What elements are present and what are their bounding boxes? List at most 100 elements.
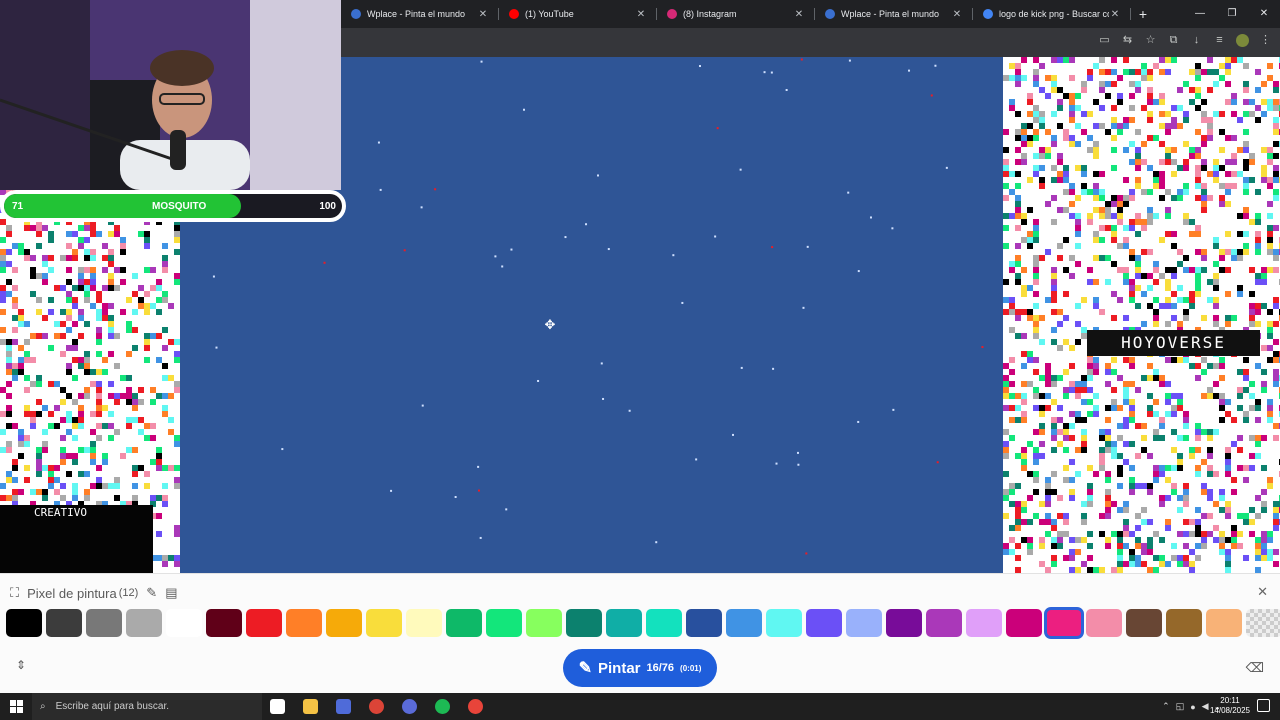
pixel: [1207, 489, 1213, 495]
pixel: [1153, 537, 1159, 543]
color-swatch[interactable]: [366, 609, 402, 637]
color-swatch[interactable]: [886, 609, 922, 637]
color-swatch[interactable]: [206, 609, 242, 637]
pixel: [1093, 171, 1099, 177]
browser-tab[interactable]: Wplace - Pinta el mundo ✕: [815, 0, 973, 28]
volume-icon[interactable]: ◀: [1202, 701, 1209, 712]
media-control-icon[interactable]: ≡: [1213, 34, 1226, 47]
browser-tab[interactable]: logo de kick png - Buscar con G✕: [973, 0, 1131, 28]
translate-icon[interactable]: ⇆: [1121, 34, 1134, 47]
color-swatch[interactable]: [606, 609, 642, 637]
color-swatch[interactable]: [1044, 607, 1084, 639]
color-swatch[interactable]: [766, 609, 802, 637]
color-swatch[interactable]: [286, 609, 322, 637]
close-tab-icon[interactable]: ✕: [793, 9, 805, 20]
pixel: [24, 411, 30, 417]
color-swatch-transparent[interactable]: [1246, 609, 1280, 637]
menu-kebab-icon[interactable]: ⋮: [1259, 34, 1272, 47]
pixel: [1267, 159, 1273, 165]
color-swatch[interactable]: [846, 609, 882, 637]
color-swatch[interactable]: [86, 609, 122, 637]
close-tab-icon[interactable]: ✕: [1109, 9, 1121, 20]
extensions-icon[interactable]: ⧉: [1167, 34, 1180, 47]
pixel: [150, 261, 156, 267]
color-swatch[interactable]: [446, 609, 482, 637]
file-explorer-icon[interactable]: [303, 699, 318, 714]
tray-chevron-icon[interactable]: ⌃: [1162, 701, 1170, 712]
pixel: [1225, 201, 1231, 207]
pixel: [1087, 411, 1093, 417]
color-swatch[interactable]: [926, 609, 962, 637]
eraser-icon[interactable]: ⌫: [1246, 660, 1264, 676]
pixel-art-region-right[interactable]: [1003, 57, 1280, 573]
color-swatch[interactable]: [566, 609, 602, 637]
color-swatch[interactable]: [326, 609, 362, 637]
pixel: [1141, 273, 1147, 279]
color-swatch[interactable]: [1006, 609, 1042, 637]
pixel: [102, 369, 108, 375]
windows-start-icon[interactable]: [10, 700, 23, 713]
color-swatch[interactable]: [246, 609, 282, 637]
browser-tab[interactable]: (8) Instagram ✕: [657, 0, 815, 28]
close-tab-icon[interactable]: ✕: [951, 9, 963, 20]
pixel: [108, 273, 114, 279]
close-tab-icon[interactable]: ✕: [635, 9, 647, 20]
color-swatch[interactable]: [686, 609, 722, 637]
close-window-button[interactable]: ✕: [1248, 0, 1280, 28]
pixel: [1093, 147, 1099, 153]
network-icon[interactable]: ◱: [1176, 701, 1185, 712]
color-swatch[interactable]: [1206, 609, 1242, 637]
profile-avatar[interactable]: [1236, 34, 1249, 47]
new-tab-button[interactable]: +: [1131, 0, 1155, 28]
color-swatch[interactable]: [6, 609, 42, 637]
taskbar-clock[interactable]: 20:11 14/08/2025: [1210, 696, 1250, 716]
pixel: [1111, 357, 1117, 363]
color-swatch[interactable]: [126, 609, 162, 637]
color-swatch[interactable]: [646, 609, 682, 637]
cast-icon[interactable]: ▭: [1098, 34, 1111, 47]
color-swatch[interactable]: [806, 609, 842, 637]
obs-icon[interactable]: [468, 699, 483, 714]
maximize-button[interactable]: ❐: [1216, 0, 1248, 28]
mic-icon[interactable]: ●: [1190, 702, 1195, 712]
color-swatch[interactable]: [46, 609, 82, 637]
minimize-button[interactable]: —: [1184, 0, 1216, 28]
notifications-icon[interactable]: [1257, 699, 1270, 712]
close-panel-icon[interactable]: ✕: [1257, 584, 1268, 600]
download-icon[interactable]: ↓: [1190, 34, 1203, 47]
taskbar-search[interactable]: ⌕ Escribe aquí para buscar.: [32, 693, 262, 720]
color-swatch[interactable]: [1126, 609, 1162, 637]
spotify-icon[interactable]: [435, 699, 450, 714]
chrome-alt-icon[interactable]: [402, 699, 417, 714]
pixel: [1267, 327, 1273, 333]
color-swatch[interactable]: [966, 609, 1002, 637]
chrome-icon[interactable]: [369, 699, 384, 714]
task-view-icon[interactable]: [270, 699, 285, 714]
pixel: [1087, 501, 1093, 507]
edit-pencil-icon[interactable]: ✎: [146, 585, 157, 601]
color-swatch[interactable]: [406, 609, 442, 637]
pixel: [84, 387, 90, 393]
pixel: [66, 369, 72, 375]
color-swatch[interactable]: [1086, 609, 1122, 637]
pixel: [1243, 369, 1249, 375]
browser-tab[interactable]: Wplace - Pinta el mundo ✕: [341, 0, 499, 28]
color-swatch[interactable]: [726, 609, 762, 637]
color-swatch[interactable]: [486, 609, 522, 637]
color-swatch[interactable]: [166, 609, 202, 637]
pixel: [1003, 489, 1009, 495]
template-icon[interactable]: ▤: [165, 585, 177, 601]
browser-tab[interactable]: (1) YouTube ✕: [499, 0, 657, 28]
pixel: [132, 477, 138, 483]
pixel: [1003, 225, 1009, 231]
pixel: [1201, 117, 1207, 123]
store-icon[interactable]: [336, 699, 351, 714]
paint-button[interactable]: ✎ Pintar 16/76 (0:01): [563, 649, 717, 687]
expand-panel-icon[interactable]: ⇕: [16, 658, 26, 672]
close-tab-icon[interactable]: ✕: [477, 9, 489, 20]
bookmark-star-icon[interactable]: ☆: [1144, 34, 1157, 47]
pixel: [1195, 93, 1201, 99]
fullscreen-icon[interactable]: ⛶: [10, 585, 19, 601]
color-swatch[interactable]: [526, 609, 562, 637]
color-swatch[interactable]: [1166, 609, 1202, 637]
